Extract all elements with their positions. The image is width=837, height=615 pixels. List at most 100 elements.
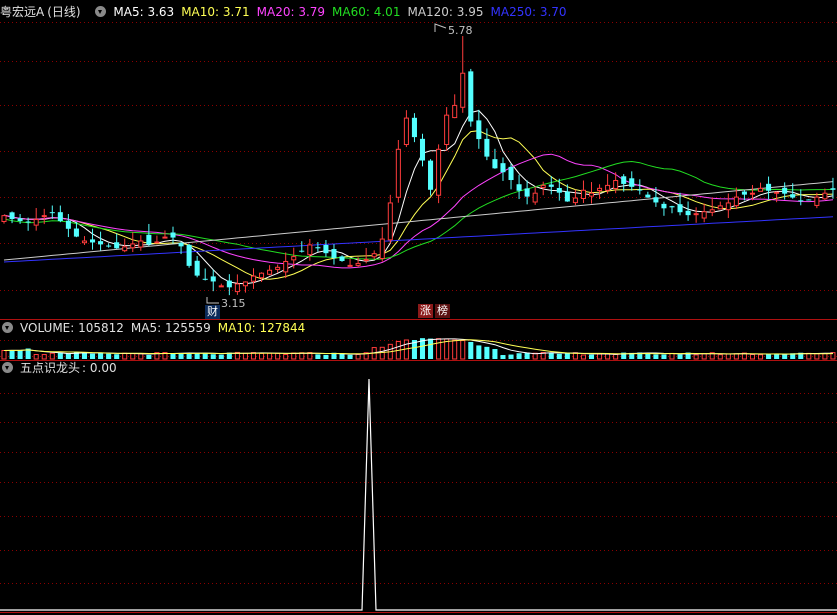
candle-body — [9, 212, 15, 220]
stock-name[interactable]: 粤宏远A — [0, 5, 44, 19]
volume-bar — [653, 354, 659, 359]
candle-body — [403, 117, 409, 146]
candle-body — [693, 213, 699, 216]
candle-body — [259, 272, 265, 279]
volume-bar — [355, 353, 361, 360]
volume-bar — [508, 354, 514, 359]
volume-bar — [138, 353, 144, 360]
candle-body — [81, 240, 88, 244]
volume-bar — [822, 353, 828, 360]
volume-bar — [564, 353, 570, 359]
candle-body — [757, 187, 764, 192]
volume-bar — [661, 354, 667, 359]
volume-bar — [275, 352, 281, 360]
candle-body — [106, 245, 112, 247]
candle-body — [637, 189, 643, 191]
candle-body — [492, 159, 498, 169]
volume-bar — [613, 353, 619, 360]
candle-body — [613, 180, 619, 189]
candle-body — [315, 247, 321, 249]
candle-body — [242, 281, 248, 287]
volume-bar — [749, 353, 755, 360]
finance-tag[interactable]: 财 — [205, 305, 220, 319]
volume-bar — [500, 355, 506, 359]
candle-body — [741, 191, 747, 195]
candle-body — [790, 194, 796, 198]
candle-body — [774, 191, 780, 194]
volume-bar — [597, 353, 603, 360]
ranking-tag[interactable]: 榜 — [435, 304, 450, 318]
volume-bar — [492, 349, 498, 359]
candle-body — [41, 215, 47, 218]
volume-bar — [460, 340, 466, 360]
ma-indicator-2: MA20: 3.79 — [256, 5, 326, 19]
candle-body — [580, 189, 586, 199]
volume-bar — [588, 354, 595, 359]
candle-body — [226, 280, 232, 288]
candle-body — [572, 197, 578, 204]
candle-body — [210, 276, 216, 282]
volume-bar — [379, 346, 385, 360]
candle-body — [122, 246, 128, 252]
volume-bar — [9, 350, 15, 359]
volume-bar — [323, 354, 329, 359]
ma-indicator-3: MA60: 4.01 — [332, 5, 401, 19]
volume-bar — [757, 354, 764, 360]
volume-bar — [717, 354, 723, 360]
volume-bar — [677, 354, 683, 359]
limit-up-tag[interactable]: 涨 — [418, 304, 433, 318]
volume-bar — [347, 354, 353, 359]
candle-body — [476, 120, 482, 140]
indicator-pane-dropdown-icon[interactable] — [2, 362, 13, 373]
candle-body — [283, 260, 289, 273]
volume-bar — [725, 353, 731, 360]
candle-body — [524, 188, 530, 197]
candle-body — [363, 259, 369, 262]
volume-ma5: MA5: 125559 — [130, 321, 211, 335]
volume-bar — [315, 354, 321, 359]
volume-bar — [693, 354, 699, 360]
candle-body — [33, 219, 39, 226]
candle-body — [766, 183, 772, 191]
candle-body — [436, 148, 442, 196]
candle-body — [1, 215, 7, 222]
candle-body — [202, 278, 208, 280]
candle-body — [822, 192, 828, 200]
candle-body — [468, 71, 474, 122]
candle-body — [733, 196, 739, 207]
candle-body — [57, 212, 63, 221]
candle-body — [484, 138, 490, 157]
candle-body — [798, 200, 804, 202]
candle-body — [677, 204, 683, 213]
volume-bar — [701, 353, 707, 360]
candle-body — [90, 239, 96, 243]
candle-body — [548, 184, 554, 187]
volume-bar — [556, 353, 562, 359]
volume-bar — [452, 339, 458, 360]
candle-body — [146, 234, 152, 245]
candle-body — [428, 160, 434, 190]
candle-body — [162, 236, 168, 239]
candle-body — [347, 264, 353, 267]
indicator-header: 五点识龙头: 0.00 — [2, 359, 124, 377]
volume-bar — [242, 352, 248, 360]
volume-value: VOLUME: 105812 — [20, 321, 124, 335]
ma-indicator-4: MA120: 3.95 — [407, 5, 484, 19]
candle-body — [814, 196, 820, 206]
volume-dropdown-icon[interactable] — [2, 322, 13, 333]
candle-body — [645, 194, 651, 198]
volume-bar — [218, 354, 224, 359]
candle-body — [98, 241, 104, 245]
candle-body — [25, 221, 31, 223]
candle-body — [379, 238, 385, 259]
candle-body — [782, 187, 788, 194]
indicator-dropdown-icon[interactable] — [95, 6, 107, 17]
candle-body — [307, 244, 313, 256]
candle-body — [605, 184, 611, 191]
candle-body — [540, 184, 546, 188]
volume-bar — [170, 353, 176, 359]
candle-body — [355, 262, 361, 266]
candle-body — [114, 242, 120, 249]
ma-indicator-1: MA10: 3.71 — [181, 5, 250, 19]
candle-body — [709, 209, 715, 213]
